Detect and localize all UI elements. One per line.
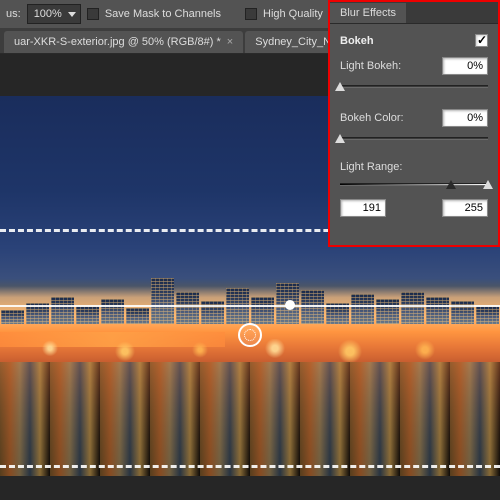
light-range-slider[interactable] (340, 177, 488, 193)
save-mask-label: Save Mask to Channels (105, 8, 221, 20)
light-bokeh-slider[interactable] (340, 79, 488, 95)
focus-dropdown[interactable]: 100% (27, 4, 81, 24)
blur-focus-line[interactable] (0, 305, 500, 307)
bokeh-color-label: Bokeh Color: (340, 112, 404, 124)
high-quality-label: High Quality (263, 8, 323, 20)
focus-value: 100% (34, 8, 62, 20)
city-skyline (0, 278, 500, 324)
bokeh-toggle-checkbox[interactable] (475, 34, 488, 47)
panel-tabbar: Blur Effects (330, 2, 498, 24)
focus-label: us: (6, 8, 21, 20)
bokeh-color-slider[interactable] (340, 131, 488, 147)
bokeh-section-title: Bokeh (340, 35, 374, 47)
tab-label: uar-XKR-S-exterior.jpg @ 50% (RGB/8#) * (14, 36, 221, 48)
center-handle[interactable] (285, 300, 295, 310)
panel-tab-blur-effects[interactable]: Blur Effects (330, 3, 406, 23)
blur-guide-bottom[interactable] (0, 465, 500, 468)
water-reflections (0, 362, 500, 476)
light-range-label: Light Range: (340, 161, 402, 173)
close-icon[interactable]: × (227, 36, 233, 48)
high-quality-checkbox[interactable] (245, 8, 257, 20)
blur-effects-panel: Blur Effects Bokeh Light Bokeh: 0% Bokeh… (328, 0, 500, 247)
bokeh-color-value[interactable]: 0% (442, 109, 488, 127)
save-mask-checkbox[interactable] (87, 8, 99, 20)
light-range-high[interactable]: 255 (442, 199, 488, 217)
light-bokeh-value[interactable]: 0% (442, 57, 488, 75)
light-bokeh-label: Light Bokeh: (340, 60, 401, 72)
blur-ring-handle[interactable] (238, 323, 262, 347)
document-tab[interactable]: uar-XKR-S-exterior.jpg @ 50% (RGB/8#) * … (4, 31, 243, 53)
light-range-low[interactable]: 191 (340, 199, 386, 217)
